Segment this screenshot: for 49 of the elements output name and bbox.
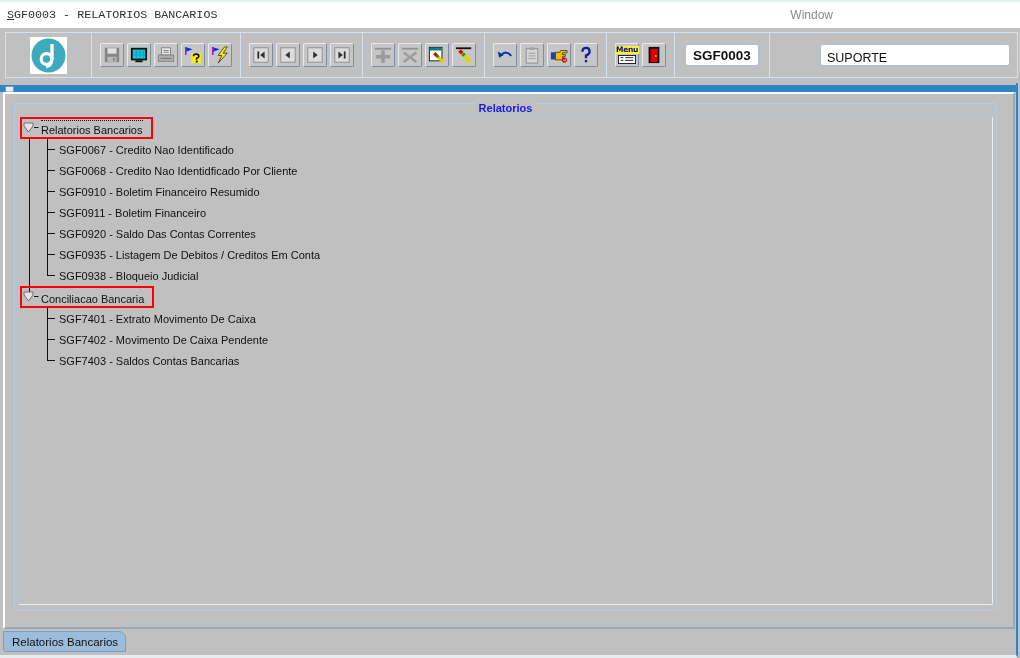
printer-icon xyxy=(157,46,175,64)
edit-button[interactable] xyxy=(425,43,449,67)
logo-icon xyxy=(30,36,67,74)
tree-item[interactable]: SGF0067 - Credito Nao Identificado xyxy=(59,141,234,157)
cross-icon xyxy=(401,46,419,64)
screen-button[interactable] xyxy=(127,43,151,67)
caret-icon[interactable] xyxy=(23,122,39,134)
window-title: SGF0003 - RELATORIOS BANCARIOS xyxy=(7,8,218,22)
list-icon xyxy=(618,55,636,64)
tree-item[interactable]: SGF0938 - Bloqueio Judicial xyxy=(59,267,199,283)
last-icon xyxy=(333,46,351,64)
exit-button[interactable] xyxy=(642,43,666,67)
lightning-icon xyxy=(211,46,229,64)
tab[interactable]: Relatorios Bancarios xyxy=(3,631,127,652)
tree-group-label[interactable]: Conciliacao Bancaria xyxy=(41,288,145,306)
marker-icon xyxy=(455,46,473,64)
clear-button[interactable] xyxy=(452,43,476,67)
clipboard-icon xyxy=(523,46,541,64)
flag-question-icon xyxy=(184,46,202,64)
first-icon xyxy=(252,46,270,64)
tree-group-label[interactable]: Relatorios Bancarios xyxy=(41,119,143,137)
hand-button[interactable] xyxy=(547,43,571,67)
next-icon xyxy=(306,46,324,64)
next-button[interactable] xyxy=(303,43,327,67)
tree-item[interactable]: SGF0068 - Credito Nao Identidficado Por Cliente xyxy=(59,162,298,178)
floppy-icon xyxy=(103,46,121,64)
caret-icon[interactable] xyxy=(23,291,39,303)
execute-button[interactable] xyxy=(208,43,232,67)
window-icon xyxy=(5,86,14,92)
window-pen-icon xyxy=(428,46,446,64)
user-field[interactable]: SUPORTE xyxy=(820,44,1010,66)
help-button[interactable] xyxy=(574,43,598,67)
previous-button[interactable] xyxy=(276,43,300,67)
tree-item[interactable]: SGF7401 - Extrato Movimento De Caixa xyxy=(59,310,256,326)
undo-button[interactable] xyxy=(493,43,517,67)
previous-icon xyxy=(279,46,297,64)
last-button[interactable] xyxy=(330,43,354,67)
tree-item[interactable]: SGF7403 - Saldos Contas Bancarias xyxy=(59,352,240,368)
window-menu[interactable]: Window xyxy=(790,8,833,22)
first-button[interactable] xyxy=(249,43,273,67)
plus-icon xyxy=(374,46,392,64)
tree-item[interactable]: SGF0920 - Saldo Das Contas Correntes xyxy=(59,225,256,241)
form-code-field[interactable]: SGF0003 xyxy=(685,44,759,66)
tree-item[interactable]: SGF7402 - Movimento De Caixa Pendente xyxy=(59,331,269,347)
tree-item[interactable]: SGF0911 - Boletim Financeiro xyxy=(59,204,207,220)
tree-item[interactable]: SGF0935 - Listagem De Debitos / Creditos Em Conta xyxy=(59,246,321,262)
tree-item[interactable]: SGF0910 - Boletim Financeiro Resumido xyxy=(59,183,260,199)
monitor-icon xyxy=(130,46,148,64)
query-button[interactable] xyxy=(181,43,205,67)
